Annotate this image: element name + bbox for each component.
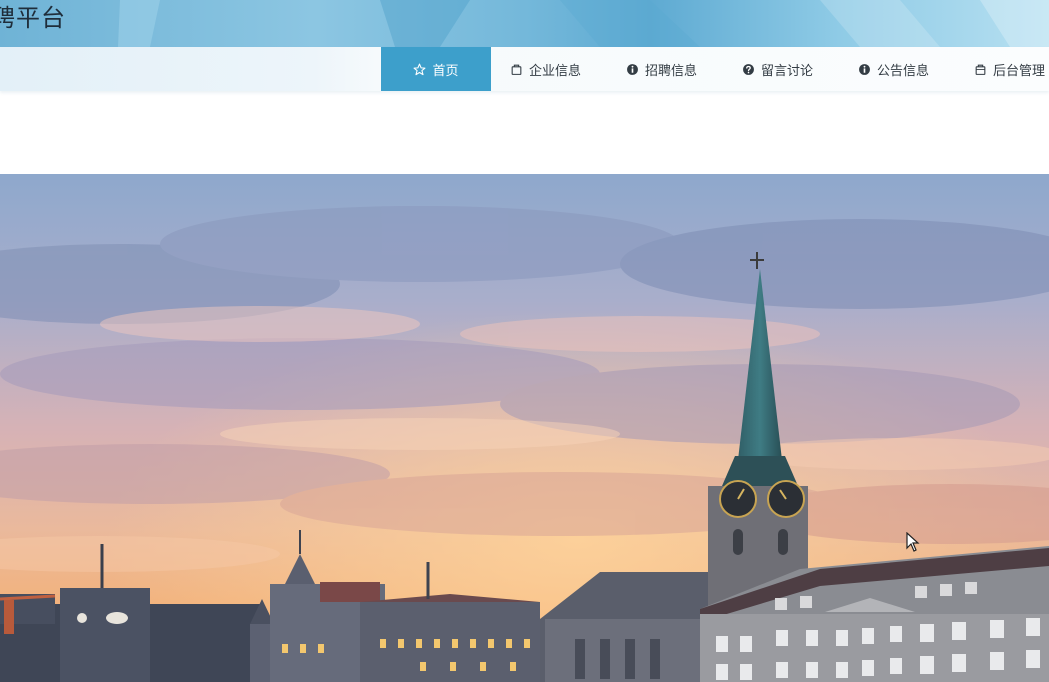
nav-item-label: 招聘信息 [645,63,698,79]
nav-item-message-board[interactable]: 留言讨论 [742,47,813,91]
nav-item-home[interactable]: 首页 [381,47,491,91]
nav-item-admin[interactable]: 后台管理 [974,47,1045,91]
star-icon [413,63,426,76]
info-circle-icon [626,63,639,76]
nav-item-label: 企业信息 [529,63,582,79]
info-circle-icon [858,63,871,76]
hero-banner-image[interactable] [0,174,1049,682]
nav-item-company-info[interactable]: 企业信息 [510,47,581,91]
bag-icon [510,63,523,76]
site-title: 聘平台 [0,4,66,32]
mouse-cursor-icon [906,532,920,552]
main-navbar: 首页 企业信息 招聘信息 留言讨论 公告信息 后台管理 [0,47,1049,91]
header-banner: 聘平台 [0,0,1049,47]
city-skyline-illustration [0,174,1049,682]
bag-icon [974,63,987,76]
question-circle-icon [742,63,755,76]
nav-item-announcements[interactable]: 公告信息 [858,47,929,91]
nav-item-label: 后台管理 [993,63,1046,79]
nav-item-label: 公告信息 [877,63,930,79]
header-decoration [118,0,1049,47]
nav-item-label: 首页 [432,63,459,79]
nav-item-label: 留言讨论 [761,63,814,79]
nav-item-jobs[interactable]: 招聘信息 [626,47,697,91]
